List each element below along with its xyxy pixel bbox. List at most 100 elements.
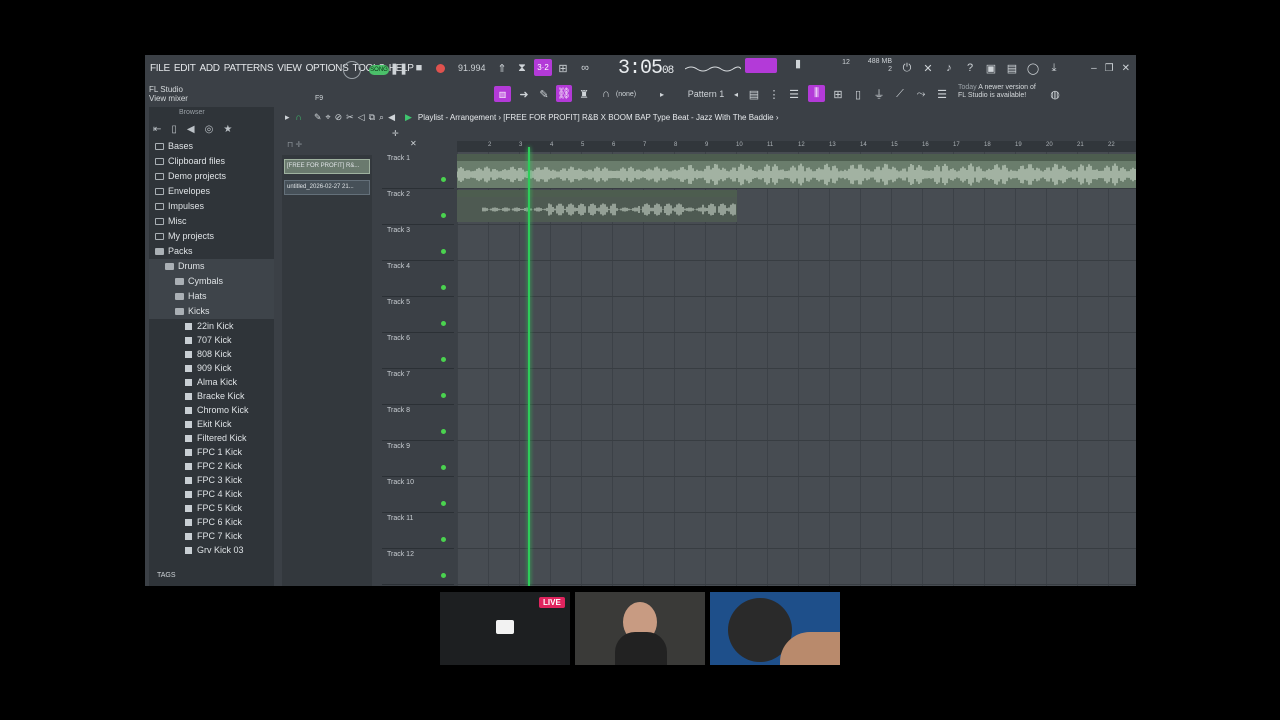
browser-star-icon[interactable]: ★	[223, 124, 232, 135]
browser-item[interactable]: 909 Kick	[149, 361, 274, 375]
draw-icon[interactable]: ✎	[537, 86, 551, 102]
track-lane[interactable]	[457, 332, 1136, 369]
track-mute-led[interactable]	[441, 501, 446, 506]
power-icon[interactable]: ⏻	[900, 61, 914, 75]
menu-patterns[interactable]: PATTERNS	[223, 63, 276, 74]
globe-icon[interactable]: ◍	[1048, 87, 1062, 101]
master-volume-knob[interactable]	[343, 61, 361, 79]
magnet-icon[interactable]: ∩	[601, 87, 611, 101]
minimize-icon[interactable]: –	[1091, 63, 1097, 74]
browser-item[interactable]: Bases	[149, 139, 274, 154]
timeline-ruler[interactable]: 2 3 4 5 6 7 8 9 10 11 12 13 14 15 16 17 18 19 20 21 22	[457, 141, 1136, 152]
cable-icon[interactable]: ⤳	[914, 87, 928, 101]
track-header[interactable]: Track 9	[382, 440, 454, 477]
track-header[interactable]: Track 2	[382, 188, 454, 225]
pattern-selector[interactable]: Pattern 1	[683, 87, 729, 101]
browser-item[interactable]: Demo projects	[149, 169, 274, 184]
track-mute-led[interactable]	[441, 429, 446, 434]
track-lane[interactable]	[457, 296, 1136, 333]
pick-icon[interactable]: ⟋	[893, 87, 907, 101]
stop-icon[interactable]: ■	[413, 61, 425, 75]
playlist-icon[interactable]: ▤	[747, 87, 761, 101]
browser-item[interactable]: Packs	[149, 244, 274, 259]
pause-icon[interactable]: ❚❚	[390, 61, 408, 75]
playlist-tools-icons[interactable]: ✎⌖⊘✂◁⧉⌕◀	[314, 112, 399, 123]
audio-clip[interactable]: [FREE FOR PROFIT] R&B X BOOM BAP Type Be…	[457, 154, 1136, 188]
track-lane[interactable]	[457, 548, 1136, 585]
track-lane[interactable]	[457, 404, 1136, 441]
pattern-item[interactable]: [FREE FOR PROFIT] R&...	[284, 159, 370, 174]
track-header[interactable]: Track 6	[382, 332, 454, 369]
browser-toggle-icon[interactable]: ☰	[935, 87, 949, 101]
add-track-icon[interactable]: ✛	[392, 129, 399, 138]
menu-view[interactable]: VIEW	[276, 63, 304, 74]
browser-search-icon[interactable]: ◎	[205, 124, 214, 135]
song-position[interactable]: 3:0508	[618, 57, 674, 80]
browser-item[interactable]: Ekit Kick	[149, 417, 274, 431]
browser-item[interactable]: FPC 7 Kick	[149, 529, 274, 543]
track-mute-led[interactable]	[441, 357, 446, 362]
track-mute-led[interactable]	[441, 177, 446, 182]
mixer-active-icon[interactable]: ⫼	[808, 85, 825, 102]
plugin-picker-icon[interactable]: ⊞	[831, 87, 845, 101]
tags-label[interactable]: TAGS	[157, 572, 176, 579]
browser-item[interactable]: Envelopes	[149, 184, 274, 199]
microphone-icon[interactable]: ♪	[942, 61, 956, 75]
webcam-tile-2[interactable]	[710, 592, 840, 665]
track-header[interactable]: Track 10	[382, 476, 454, 513]
help-icon[interactable]: ?	[963, 61, 977, 75]
browser-item[interactable]: FPC 5 Kick	[149, 501, 274, 515]
wait-record-icon[interactable]: ⧗	[515, 61, 529, 75]
track-mute-led[interactable]	[441, 537, 446, 542]
browser-item[interactable]: Filtered Kick	[149, 431, 274, 445]
chat-icon[interactable]: ◯	[1026, 61, 1040, 75]
track-mute-led[interactable]	[441, 393, 446, 398]
track-mute-led[interactable]	[441, 249, 446, 254]
browser-item[interactable]: FPC 4 Kick	[149, 487, 274, 501]
song-mode-toggle[interactable]: SONG	[369, 65, 389, 75]
track-header[interactable]: Track 3	[382, 224, 454, 261]
track-mute-led[interactable]	[441, 573, 446, 578]
render-icon[interactable]: ▤	[1005, 61, 1019, 75]
pattern-item[interactable]: untitled_2026-02-27 21...	[284, 180, 370, 195]
track-lane[interactable]	[457, 260, 1136, 297]
project-icon[interactable]: ▯	[851, 87, 865, 101]
track-header[interactable]: Track 4	[382, 260, 454, 297]
playlist-headphone-icon[interactable]: ∩	[296, 112, 302, 122]
remove-track-icon[interactable]: ✕	[410, 139, 417, 148]
webcam-tile-1[interactable]	[575, 592, 705, 665]
menu-add[interactable]: ADD	[199, 63, 223, 74]
plug-icon[interactable]: ⏚	[872, 87, 886, 101]
close-icon[interactable]: ✕	[1122, 63, 1130, 74]
track-mute-led[interactable]	[441, 285, 446, 290]
track-header[interactable]: Track 1	[382, 152, 454, 189]
save-icon[interactable]: ▣	[984, 61, 998, 75]
browser-item[interactable]: 808 Kick	[149, 347, 274, 361]
playlist-play-icon[interactable]: ▶	[405, 112, 412, 123]
playlist-menu-icon[interactable]: ▸	[285, 112, 290, 123]
browser-item[interactable]: Clipboard files	[149, 154, 274, 169]
countdown-icon[interactable]: 3·2	[534, 59, 552, 76]
track-lane[interactable]	[457, 440, 1136, 477]
metronome-icon[interactable]: ⇑	[495, 61, 509, 75]
track-lane[interactable]	[457, 512, 1136, 549]
track-header[interactable]: Track 7	[382, 368, 454, 405]
browser-item[interactable]: Impulses	[149, 199, 274, 214]
snap-selector[interactable]: (none)	[611, 87, 641, 101]
track-lane[interactable]	[457, 224, 1136, 261]
track-header[interactable]: Track 8	[382, 404, 454, 441]
browser-item[interactable]: FPC 6 Kick	[149, 515, 274, 529]
browser-item[interactable]: 707 Kick	[149, 333, 274, 347]
picker-icons[interactable]: ⊓ ✛	[287, 140, 302, 149]
browser-item[interactable]: FPC 1 Kick	[149, 445, 274, 459]
stamp-icon[interactable]: ♜	[577, 86, 591, 102]
link-icon[interactable]: ⛓	[556, 85, 572, 102]
restore-icon[interactable]: ❐	[1105, 63, 1114, 74]
browser-item[interactable]: Misc	[149, 214, 274, 229]
loop-record-icon[interactable]: ∞	[577, 61, 593, 75]
browser-item[interactable]: Drums	[149, 259, 274, 274]
pattern-next-icon[interactable]: ▸	[658, 87, 666, 101]
browser-item[interactable]: Chromo Kick	[149, 403, 274, 417]
track-header[interactable]: Track 5	[382, 296, 454, 333]
tempo-display[interactable]: 91.994	[458, 63, 486, 73]
